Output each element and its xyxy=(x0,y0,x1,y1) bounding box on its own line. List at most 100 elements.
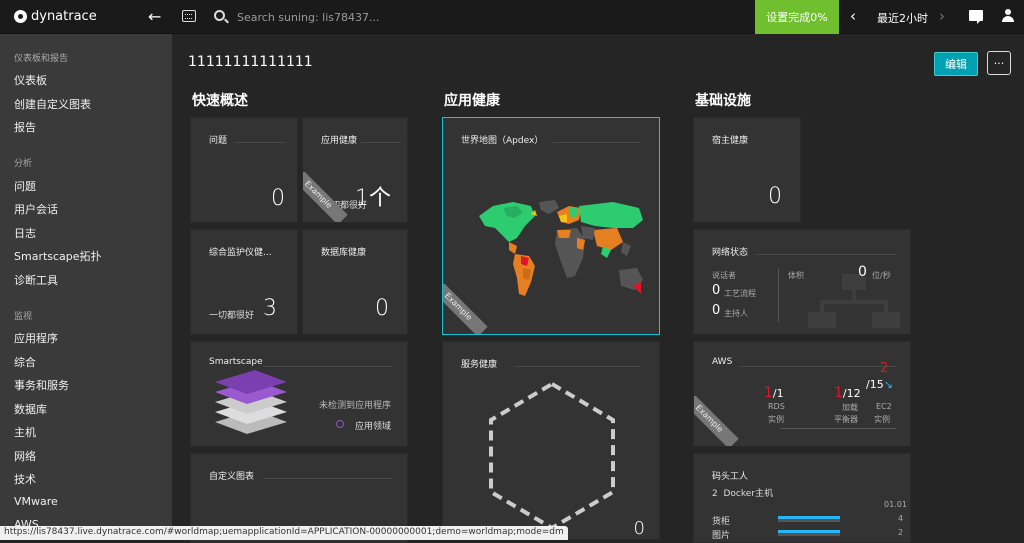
world-map xyxy=(479,200,643,296)
hosts-label: 主持人 xyxy=(724,309,748,318)
tile-problems[interactable]: 问题 0 xyxy=(190,117,298,223)
sidebar-section-monitor: 监视 xyxy=(14,312,33,322)
divider xyxy=(740,366,896,367)
collapse-sidebar-icon[interactable]: ← xyxy=(148,7,161,26)
tile-title: 应用健康 xyxy=(321,136,358,146)
sidebar: 仪表板和报告 仪表板 创建自定义图表 报告 分析 问题 用户会话 日志 Smar… xyxy=(0,34,172,540)
sidebar-item-applications[interactable]: 应用程序 xyxy=(14,330,58,346)
db-health-count: 0 xyxy=(375,296,389,321)
synthetic-count: 3 xyxy=(263,296,277,321)
tile-world-map[interactable]: 世界地图（Apdex） Example xyxy=(442,117,660,335)
arrow-down-right-icon: ↘ xyxy=(883,378,893,391)
example-ribbon: Example xyxy=(694,396,744,446)
aws-rds-label: RDS xyxy=(768,402,785,411)
sidebar-item-services[interactable]: 事务和服务 xyxy=(14,377,69,393)
containers-bar xyxy=(778,516,840,519)
service-health-hexagon xyxy=(489,381,615,531)
divider xyxy=(756,254,896,255)
tile-docker[interactable]: 码头工人 2 Docker主机 01.01 货柜 4 图片 2 xyxy=(693,453,911,543)
aws-ec2-total: /15↘ xyxy=(866,378,893,391)
smartscape-empty-note: 未检测到应用程序 xyxy=(319,401,392,411)
tile-network[interactable]: 网络状态 说话者 体积 0 位/秒 0 工艺流程 0 主持人 xyxy=(693,229,911,335)
tile-title: 网络状态 xyxy=(712,248,749,258)
app-domain-legend-icon xyxy=(336,420,344,428)
dynatrace-logo[interactable]: dynatrace xyxy=(14,9,97,24)
tile-db-health[interactable]: 数据库健康 0 xyxy=(302,229,408,335)
logo-text: dynatrace xyxy=(31,9,97,24)
tile-title: 世界地图（Apdex） xyxy=(461,136,544,146)
tile-title: 问题 xyxy=(209,136,228,146)
synthetic-status: 一切都很好 xyxy=(209,311,255,321)
sidebar-item-network[interactable]: 网络 xyxy=(14,448,36,464)
keyboard-icon[interactable] xyxy=(182,10,196,22)
setup-progress-button[interactable]: 设置完成0% xyxy=(755,0,839,34)
status-bar-url: https://lis78437.live.dynatrace.com/#wor… xyxy=(0,526,568,540)
chat-icon[interactable] xyxy=(969,10,983,24)
problems-count: 0 xyxy=(271,186,285,211)
sidebar-section-analyze: 分析 xyxy=(14,159,33,169)
smartscape-layers-icon xyxy=(215,370,287,434)
sidebar-item-dashboards[interactable]: 仪表板 xyxy=(14,72,47,88)
more-options-button[interactable]: ··· xyxy=(987,51,1011,75)
tile-title: 服务健康 xyxy=(461,360,498,370)
column-heading-infrastructure: 基础设施 xyxy=(695,93,751,109)
tile-title: 综合监护仪健... xyxy=(209,248,272,258)
search-icon[interactable] xyxy=(214,10,225,21)
tile-synthetic[interactable]: 综合监护仪健... 一切都很好 3 xyxy=(190,229,298,335)
docker-images-label: 图片 xyxy=(712,531,731,541)
docker-date: 01.01 xyxy=(884,500,907,509)
sidebar-item-diagnostics[interactable]: 诊断工具 xyxy=(14,272,58,288)
user-icon[interactable] xyxy=(1002,9,1014,23)
tile-service-health[interactable]: 服务健康 0 xyxy=(442,341,660,540)
tile-title: 宿主健康 xyxy=(712,136,749,146)
sidebar-item-problems[interactable]: 问题 xyxy=(14,178,36,194)
timeframe-next-icon[interactable]: › xyxy=(939,7,945,25)
sidebar-item-technologies[interactable]: 技术 xyxy=(14,471,36,487)
search-input[interactable] xyxy=(237,8,537,26)
dynatrace-logo-icon xyxy=(14,10,27,23)
divider xyxy=(361,142,401,143)
example-ribbon: Example xyxy=(443,284,493,334)
sidebar-item-databases[interactable]: 数据库 xyxy=(14,401,47,417)
volume-value: 0 xyxy=(858,264,867,280)
tile-aws[interactable]: AWS 1/1 RDS 实例 1/12 加载 平衡器 2 /15↘ EC2 实例… xyxy=(693,341,911,447)
tile-host-health[interactable]: 宿主健康 0 xyxy=(693,117,801,223)
divider xyxy=(778,268,779,322)
aws-ec2-sublabel: 实例 xyxy=(874,415,890,424)
flows-value: 0 xyxy=(712,283,721,298)
docker-containers-value: 4 xyxy=(898,514,904,523)
sidebar-item-user-sessions[interactable]: 用户会话 xyxy=(14,201,58,217)
docker-hosts: 2 Docker主机 xyxy=(712,489,773,499)
app-health-count: 1个 xyxy=(355,186,391,211)
divider xyxy=(553,142,641,143)
tile-title: 自定义图表 xyxy=(209,472,255,482)
service-health-count: 0 xyxy=(633,518,645,539)
volume-unit: 位/秒 xyxy=(872,271,891,280)
sidebar-item-reports[interactable]: 报告 xyxy=(14,119,36,135)
images-bar xyxy=(778,530,840,533)
docker-images-value: 2 xyxy=(898,528,904,537)
timeframe-selector[interactable]: 最近2小时 xyxy=(877,10,928,26)
top-bar: dynatrace ← 设置完成0% ‹ 最近2小时 › xyxy=(0,0,1024,34)
page-title: 11111111111111 xyxy=(188,54,313,70)
aws-ec2-label: EC2 xyxy=(876,402,892,411)
sidebar-item-create-chart[interactable]: 创建自定义图表 xyxy=(14,96,91,112)
sidebar-item-vmware[interactable]: VMware xyxy=(14,495,58,508)
edit-button[interactable]: 编辑 xyxy=(934,52,978,76)
sidebar-item-hosts[interactable]: 主机 xyxy=(14,424,36,440)
hosts-value: 0 xyxy=(712,303,721,318)
aws-ec2-alert: 2 xyxy=(880,361,889,376)
docker-containers-label: 货柜 xyxy=(712,517,731,527)
divider xyxy=(780,428,896,429)
sidebar-item-logs[interactable]: 日志 xyxy=(14,225,36,241)
sidebar-item-synthetic[interactable]: 综合 xyxy=(14,354,36,370)
divider xyxy=(263,478,393,479)
timeframe-prev-icon[interactable]: ‹ xyxy=(850,7,856,25)
tile-app-health[interactable]: 应用健康 切都很好 1个 Example xyxy=(302,117,408,223)
host-health-count: 0 xyxy=(768,184,782,209)
sidebar-item-smartscape[interactable]: Smartscape拓扑 xyxy=(14,248,102,264)
aws-lb-sublabel: 平衡器 xyxy=(834,415,858,424)
aws-rds-sublabel: 实例 xyxy=(768,415,784,424)
divider xyxy=(515,366,641,367)
tile-smartscape[interactable]: Smartscape 未检测到应用程序 应用领域 xyxy=(190,341,408,447)
